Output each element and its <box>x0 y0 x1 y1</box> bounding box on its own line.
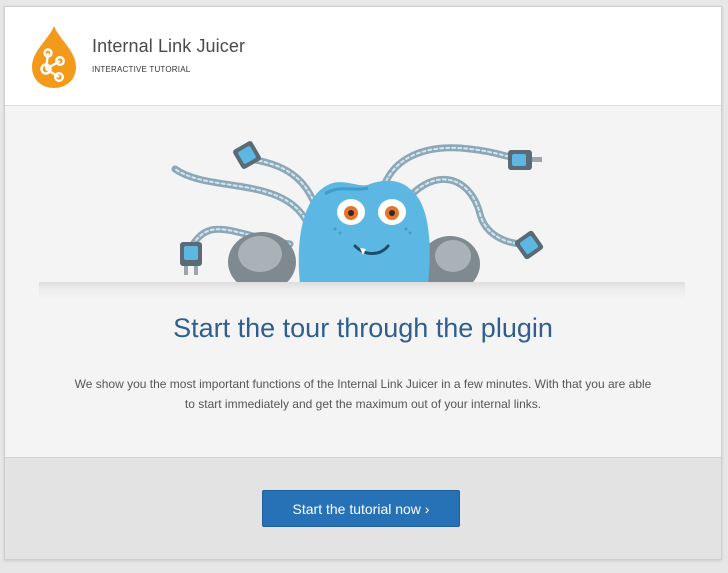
dialog-footer: Start the tutorial now › <box>5 457 721 559</box>
app-subtitle: INTERACTIVE TUTORIAL <box>92 65 191 74</box>
start-tutorial-button[interactable]: Start the tutorial now › <box>262 490 460 527</box>
illustration-shelf <box>39 282 685 300</box>
tour-title: Start the tour through the plugin <box>173 313 553 343</box>
tour-description: We show you the most important functions… <box>74 377 652 411</box>
tutorial-dialog: Internal Link Juicer INTERACTIVE TUTORIA… <box>4 6 722 560</box>
cable-monster-mascot-icon <box>171 141 544 284</box>
tutorial-content: Start the tour through the plugin We sho… <box>5 106 721 457</box>
dialog-header: Internal Link Juicer INTERACTIVE TUTORIA… <box>5 7 721 106</box>
link-juice-drop-icon <box>32 26 76 88</box>
app-title: Internal Link Juicer <box>92 36 246 56</box>
